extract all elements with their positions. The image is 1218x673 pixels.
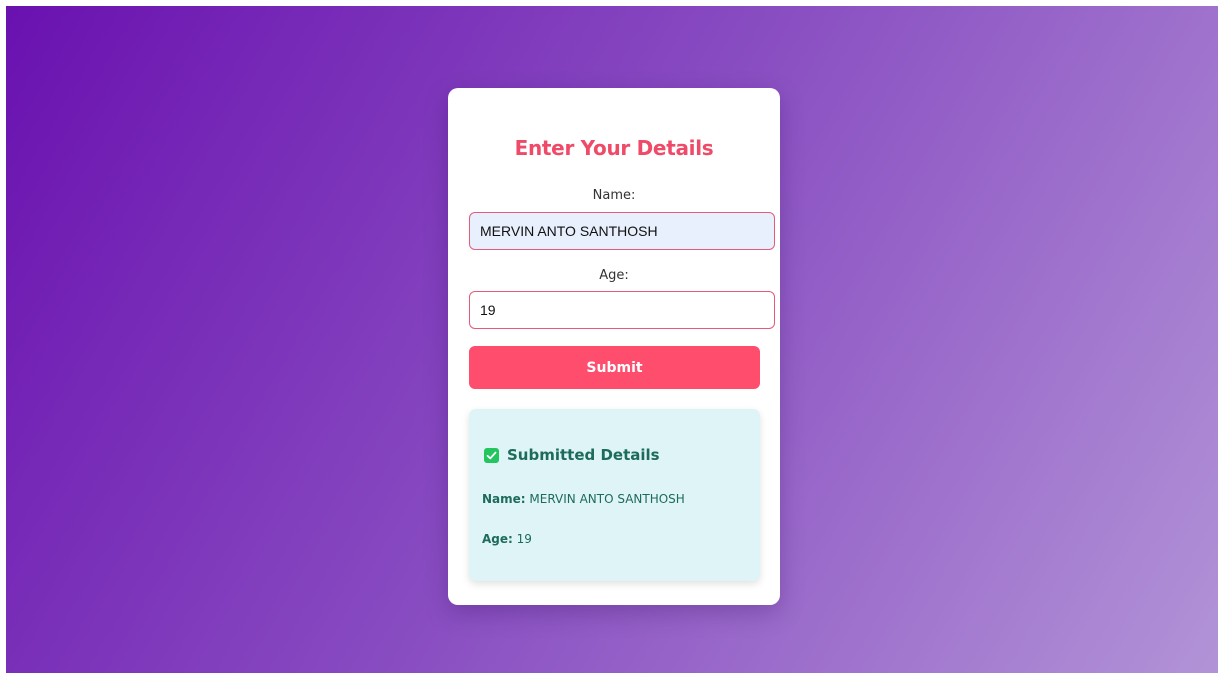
submitted-details-panel: Submitted Details Name: MERVIN ANTO SANT…	[469, 409, 760, 581]
submitted-age-value: 19	[516, 532, 532, 546]
age-label: Age:	[599, 268, 629, 283]
name-input[interactable]	[469, 212, 775, 250]
submitted-name-row: Name: MERVIN ANTO SANTHOSH	[482, 492, 685, 506]
page-background: Enter Your Details Name: Age: Submit Sub…	[6, 6, 1218, 673]
form-title: Enter Your Details	[514, 136, 714, 160]
submit-button[interactable]: Submit	[469, 346, 760, 389]
submitted-details-title: Submitted Details	[507, 446, 660, 464]
submitted-name-key: Name:	[482, 492, 526, 506]
submitted-details-header: Submitted Details	[484, 446, 660, 464]
check-icon	[484, 447, 499, 463]
submitted-age-row: Age: 19	[482, 532, 532, 546]
age-input[interactable]	[469, 291, 775, 329]
submitted-name-value: MERVIN ANTO SANTHOSH	[529, 492, 685, 506]
submitted-age-key: Age:	[482, 532, 513, 546]
name-label: Name:	[592, 188, 636, 203]
details-form-card: Enter Your Details Name: Age: Submit Sub…	[448, 88, 780, 605]
